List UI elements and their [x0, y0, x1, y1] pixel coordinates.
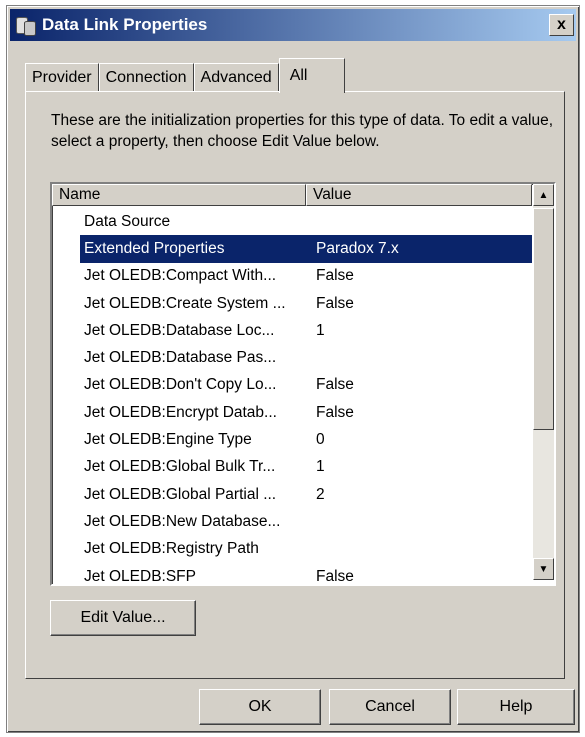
vertical-scrollbar[interactable]: ▲ ▼ [533, 184, 554, 580]
property-value: False [316, 294, 354, 312]
arrow-up-icon: ▲ [538, 189, 549, 201]
list-item[interactable]: Jet OLEDB:Create System ... False [52, 290, 532, 317]
property-value: 1 [316, 321, 325, 339]
cancel-button[interactable]: Cancel [329, 689, 451, 725]
property-value: False [316, 567, 354, 585]
property-name: Jet OLEDB:Global Bulk Tr... [84, 458, 276, 476]
property-name: Extended Properties [84, 239, 225, 257]
window-title: Data Link Properties [42, 15, 208, 34]
data-link-properties-dialog: Data Link Properties x Provider Connecti… [6, 5, 580, 733]
close-button[interactable]: x [549, 14, 574, 36]
property-value: 1 [316, 458, 325, 476]
tab-panel-all: These are the initialization properties … [25, 91, 565, 679]
edit-value-button[interactable]: Edit Value... [50, 600, 196, 636]
property-name: Jet OLEDB:Create System ... [84, 294, 286, 312]
column-header-name[interactable]: Name [52, 184, 306, 206]
properties-list[interactable]: Name Value Data Source Extended Propertie… [50, 182, 556, 586]
tab-provider[interactable]: Provider [25, 63, 99, 92]
property-name: Jet OLEDB:Registry Path [84, 540, 259, 558]
property-value: Paradox 7.x [316, 239, 399, 257]
property-value: False [316, 403, 354, 421]
property-name: Jet OLEDB:Encrypt Datab... [84, 403, 277, 421]
column-header-value[interactable]: Value [306, 184, 532, 206]
tab-connection[interactable]: Connection [98, 63, 194, 92]
property-value: False [316, 267, 354, 285]
list-item[interactable]: Jet OLEDB:Registry Path [52, 536, 532, 563]
property-name: Jet OLEDB:Compact With... [84, 267, 277, 285]
tab-all[interactable]: All [278, 58, 345, 93]
property-name: Jet OLEDB:Database Loc... [84, 321, 275, 339]
property-value: 2 [316, 485, 325, 503]
list-item[interactable]: Jet OLEDB:Global Bulk Tr... 1 [52, 454, 532, 481]
property-name: Jet OLEDB:Database Pas... [84, 349, 277, 367]
list-item[interactable]: Jet OLEDB:SFP False [52, 563, 532, 585]
list-item[interactable]: Extended Properties Paradox 7.x [80, 235, 532, 263]
tab-strip: Provider Connection Advanced All [25, 58, 345, 93]
ok-button[interactable]: OK [199, 689, 321, 725]
list-item[interactable]: Jet OLEDB:Engine Type 0 [52, 426, 532, 453]
list-rows: Data Source Extended Properties Paradox 7.… [52, 208, 532, 585]
property-value: False [316, 376, 354, 394]
title-bar[interactable]: Data Link Properties x [10, 9, 576, 41]
scroll-up-button[interactable]: ▲ [533, 184, 554, 206]
property-value: 0 [316, 431, 325, 449]
property-name: Data Source [84, 212, 171, 230]
list-item[interactable]: Jet OLEDB:Don't Copy Lo... False [52, 372, 532, 399]
intro-text: These are the initialization properties … [51, 112, 554, 150]
list-item[interactable]: Jet OLEDB:Global Partial ... 2 [52, 481, 532, 508]
list-item[interactable]: Jet OLEDB:Encrypt Datab... False [52, 399, 532, 426]
arrow-down-icon: ▼ [538, 563, 549, 575]
property-name: Jet OLEDB:New Database... [84, 512, 281, 530]
list-item[interactable]: Jet OLEDB:Compact With... False [52, 263, 532, 290]
property-name: Jet OLEDB:Global Partial ... [84, 485, 277, 503]
list-header: Name Value [52, 184, 532, 208]
list-item[interactable]: Jet OLEDB:New Database... [52, 508, 532, 535]
property-name: Jet OLEDB:Engine Type [84, 431, 252, 449]
list-item[interactable]: Jet OLEDB:Database Pas... [52, 344, 532, 371]
property-name: Jet OLEDB:SFP [84, 567, 196, 585]
data-link-icon [14, 14, 36, 36]
list-item[interactable]: Jet OLEDB:Database Loc... 1 [52, 317, 532, 344]
close-icon: x [557, 16, 566, 33]
scroll-down-button[interactable]: ▼ [533, 558, 554, 580]
list-item[interactable]: Data Source [52, 208, 532, 235]
help-button[interactable]: Help [457, 689, 575, 725]
property-name: Jet OLEDB:Don't Copy Lo... [84, 376, 277, 394]
scroll-thumb[interactable] [533, 208, 554, 430]
tab-advanced[interactable]: Advanced [193, 63, 279, 92]
